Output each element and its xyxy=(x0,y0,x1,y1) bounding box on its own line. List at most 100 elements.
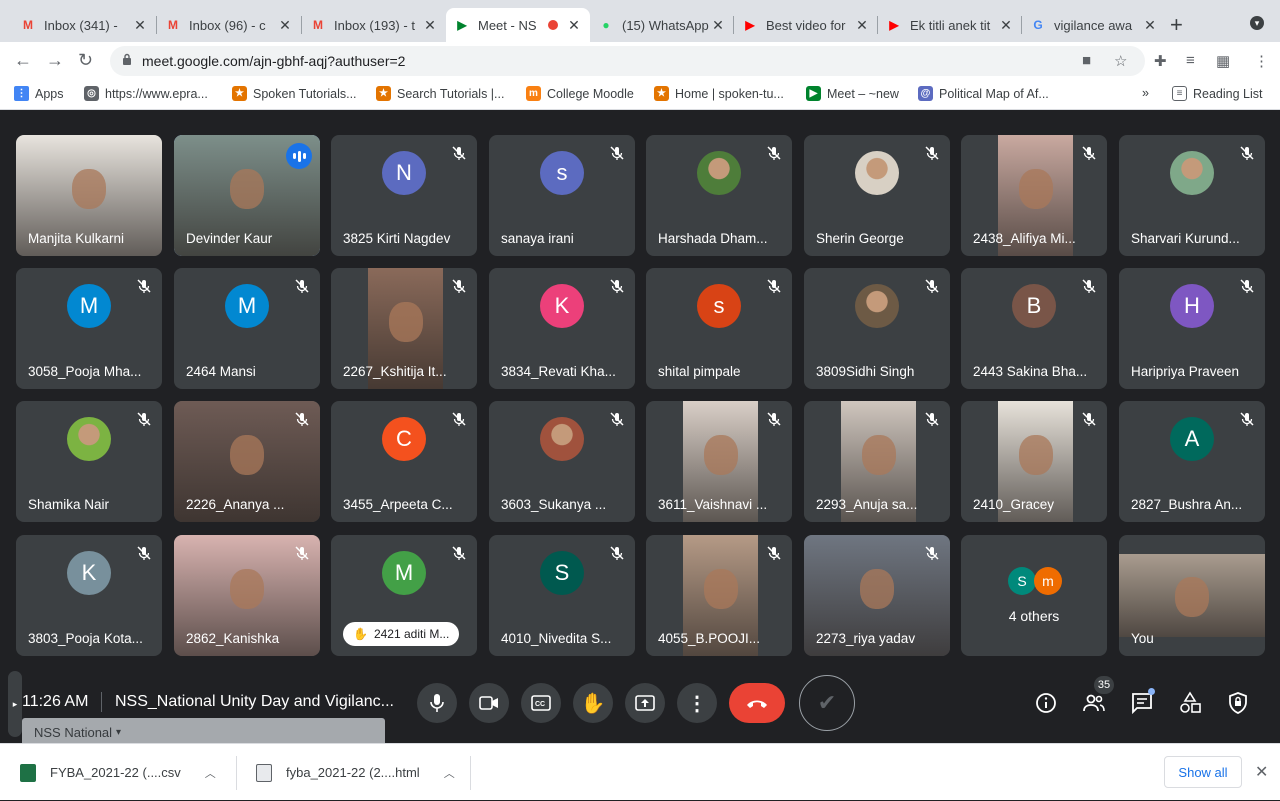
bookmark-item[interactable]: @ Political Map of Af... xyxy=(918,86,1049,101)
svg-text:CC: CC xyxy=(535,701,545,708)
participant-tile[interactable]: 2410_Gracey xyxy=(961,401,1107,522)
reading-list-button[interactable]: ≡ Reading List xyxy=(1172,86,1263,101)
participant-tile[interactable]: H Haripriya Praveen xyxy=(1119,268,1265,389)
extension-check-button[interactable]: ✔ xyxy=(799,675,855,731)
captions-button[interactable]: CC xyxy=(521,683,561,723)
microphone-button[interactable] xyxy=(417,683,457,723)
download-item[interactable]: FYBA_2021-22 (....csv ︿ xyxy=(20,744,216,801)
participant-tile[interactable]: K 3803_Pooja Kota... xyxy=(16,535,162,656)
participant-tile[interactable]: You xyxy=(1119,535,1265,656)
raise-hand-button[interactable]: ✋ xyxy=(573,683,613,723)
chevron-up-icon[interactable]: ︿ xyxy=(205,765,216,781)
overflow-chevron-icon[interactable]: » xyxy=(1142,86,1149,100)
apps-grid-icon: ⋮ xyxy=(14,86,29,101)
avatar: B xyxy=(1012,284,1056,328)
bookmark-item[interactable]: ★ Search Tutorials |... xyxy=(376,86,504,101)
close-icon[interactable]: ✕ xyxy=(1255,762,1268,782)
bookmark-item[interactable]: ◎ https://www.epra... xyxy=(84,86,208,101)
browser-tab[interactable]: M Inbox (96) - c ✕ xyxy=(157,8,301,42)
participant-tile[interactable]: 2226_Ananya ... xyxy=(174,401,320,522)
leave-call-button[interactable] xyxy=(729,683,785,723)
forward-icon[interactable]: → xyxy=(46,50,64,71)
bookmark-star-icon[interactable]: ☆ xyxy=(1114,52,1127,70)
reload-icon[interactable]: ↻ xyxy=(78,50,93,71)
address-bar[interactable]: meet.google.com/ajn-gbhf-aqj?authuser=2 … xyxy=(110,46,1145,76)
close-tab-icon[interactable]: ✕ xyxy=(1142,17,1158,34)
participant-tile[interactable]: B 2443 Sakina Bha... xyxy=(961,268,1107,389)
activities-icon[interactable] xyxy=(1178,691,1202,715)
browser-tab[interactable]: M Inbox (193) - t ✕ xyxy=(302,8,446,42)
people-icon[interactable] xyxy=(1082,691,1106,715)
participant-tile[interactable]: Manjita Kulkarni xyxy=(16,135,162,256)
browser-tab[interactable]: ▶ Best video for ✕ xyxy=(734,8,878,42)
chevron-up-icon[interactable]: ︿ xyxy=(444,765,455,781)
media-control-icon[interactable]: ≡ xyxy=(1186,52,1195,69)
bookmark-item[interactable]: m College Moodle xyxy=(526,86,634,101)
participant-tile[interactable]: K 3834_Revati Kha... xyxy=(489,268,635,389)
participant-tile[interactable]: s shital pimpale xyxy=(646,268,792,389)
close-tab-icon[interactable]: ✕ xyxy=(277,17,293,34)
download-item[interactable]: fyba_2021-22 (2....html ︿ xyxy=(256,744,455,801)
bookmark-item[interactable]: ⋮ Apps xyxy=(14,86,64,101)
participant-tile[interactable]: Sharvari Kurund... xyxy=(1119,135,1265,256)
participant-tile[interactable]: 2293_Anuja sa... xyxy=(804,401,950,522)
participant-tile[interactable]: 4055_B.POOJI... xyxy=(646,535,792,656)
tab-title: (15) WhatsApp xyxy=(622,17,709,33)
close-tab-icon[interactable]: ✕ xyxy=(566,17,582,34)
participant-tile[interactable]: 3809Sidhi Singh xyxy=(804,268,950,389)
chat-notification-dot xyxy=(1148,688,1155,695)
camera-button[interactable] xyxy=(469,683,509,723)
show-all-downloads-button[interactable]: Show all xyxy=(1164,756,1242,788)
avatar: S xyxy=(540,551,584,595)
participant-tile[interactable]: 2273_riya yadav xyxy=(804,535,950,656)
participant-tile[interactable]: Sm 4 others xyxy=(961,535,1107,656)
more-options-button[interactable]: ⋮ xyxy=(677,683,717,723)
close-tab-icon[interactable]: ✕ xyxy=(854,17,870,34)
browser-tab[interactable]: ▶ Meet - NS ✕ xyxy=(446,8,590,42)
bookmark-item[interactable]: ▶ Meet – ~new xyxy=(806,86,899,101)
bookmark-item[interactable]: ★ Home | spoken-tu... xyxy=(654,86,784,101)
close-tab-icon[interactable]: ✕ xyxy=(422,17,438,34)
participant-tile[interactable]: C 3455_Arpeeta C... xyxy=(331,401,477,522)
participant-tile[interactable]: 2862_Kanishka xyxy=(174,535,320,656)
participant-name: 2293_Anuja sa... xyxy=(816,497,918,512)
participant-tile[interactable]: 3611_Vaishnavi ... xyxy=(646,401,792,522)
participant-tile[interactable]: 2438_Alifiya Mi... xyxy=(961,135,1107,256)
participant-tile[interactable]: 2267_Kshitija It... xyxy=(331,268,477,389)
participant-tile[interactable]: Harshada Dham... xyxy=(646,135,792,256)
bookmark-label: https://www.epra... xyxy=(105,86,208,101)
participant-tile[interactable]: Devinder Kaur xyxy=(174,135,320,256)
extension-overlay-toolbar[interactable]: NSS National ▾ xyxy=(22,718,385,746)
browser-tab[interactable]: ▶ Ek titli anek tit ✕ xyxy=(878,8,1022,42)
participant-tile[interactable]: A 2827_Bushra An... xyxy=(1119,401,1265,522)
participant-tile[interactable]: Shamika Nair xyxy=(16,401,162,522)
participant-tile[interactable]: N 3825 Kirti Nagdev xyxy=(331,135,477,256)
close-tab-icon[interactable]: ✕ xyxy=(132,17,148,34)
host-controls-icon[interactable] xyxy=(1226,691,1250,715)
participant-face xyxy=(703,568,738,609)
extensions-icon[interactable]: ✚ xyxy=(1154,52,1167,70)
participant-tile[interactable]: 3603_Sukanya ... xyxy=(489,401,635,522)
bookmark-item[interactable]: ★ Spoken Tutorials... xyxy=(232,86,357,101)
participant-tile[interactable]: s sanaya irani xyxy=(489,135,635,256)
meeting-title: NSS_National Unity Day and Vigilanc... xyxy=(115,693,394,710)
close-tab-icon[interactable]: ✕ xyxy=(998,17,1014,34)
present-button[interactable] xyxy=(625,683,665,723)
meeting-details-icon[interactable] xyxy=(1034,691,1058,715)
browser-tab[interactable]: ● (15) WhatsApp ✕ xyxy=(590,8,734,42)
participant-tile[interactable]: S 4010_Nivedita S... xyxy=(489,535,635,656)
side-panel-handle[interactable]: ▸ xyxy=(8,671,22,737)
participant-tile[interactable]: Sherin George xyxy=(804,135,950,256)
camera-blocked-icon[interactable]: ■ xyxy=(1082,52,1091,69)
tab-search-icon[interactable]: ▾ xyxy=(1250,16,1264,30)
menu-icon[interactable]: ⋮ xyxy=(1254,52,1269,70)
browser-tab[interactable]: Gvigilance awa ✕ xyxy=(1022,8,1166,42)
participant-tile[interactable]: M ✋ 2421 aditi M... xyxy=(331,535,477,656)
participant-tile[interactable]: M 3058_Pooja Mha... xyxy=(16,268,162,389)
close-tab-icon[interactable]: ✕ xyxy=(710,17,726,34)
back-icon[interactable]: ← xyxy=(14,50,32,71)
extension-tool-icon[interactable]: ▦ xyxy=(1216,52,1230,70)
new-tab-button[interactable]: + xyxy=(1170,12,1183,38)
participant-tile[interactable]: M 2464 Mansi xyxy=(174,268,320,389)
browser-tab[interactable]: M Inbox (341) - ✕ xyxy=(12,8,156,42)
